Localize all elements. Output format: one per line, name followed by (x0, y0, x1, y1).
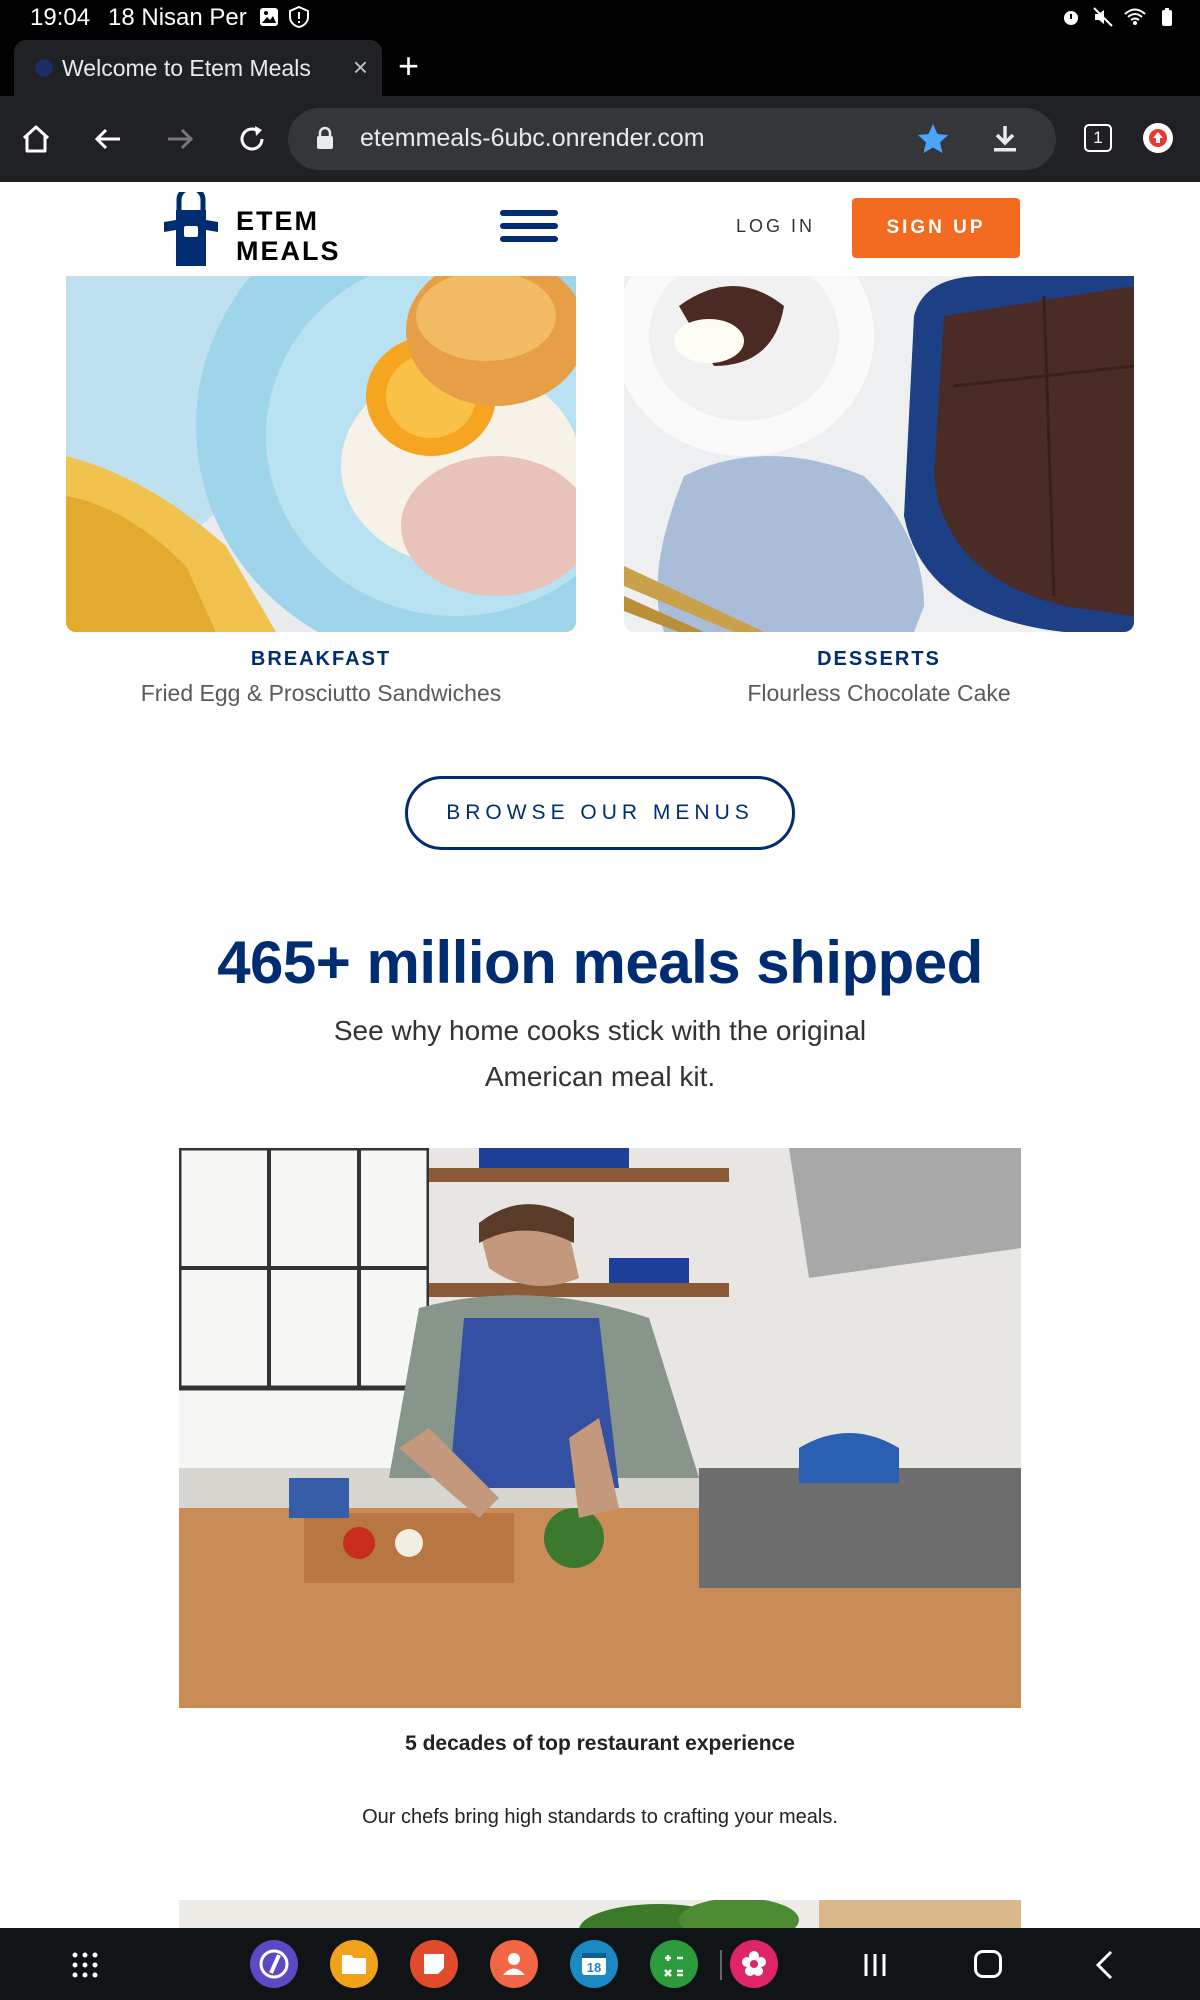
lock-icon[interactable] (316, 126, 334, 150)
next-section-image (179, 1900, 1021, 1928)
calendar-icon[interactable]: 18 (570, 1940, 618, 1988)
browser-tab[interactable]: Welcome to Etem Meals × (14, 40, 382, 96)
login-link[interactable]: LOG IN (736, 216, 815, 237)
back-icon[interactable] (90, 121, 126, 157)
feature-text: Our chefs bring high standards to crafti… (362, 1806, 838, 1828)
feature-title: 5 decades of top restaurant experience (405, 1732, 795, 1755)
chef-cooking-image (179, 1148, 1021, 1708)
close-tab-icon[interactable]: × (353, 52, 368, 82)
app-drawer-icon[interactable] (70, 1950, 100, 1980)
mute-icon (1093, 7, 1113, 27)
logo-line-1: ETEM (236, 206, 320, 236)
gallery-notification-icon (260, 8, 278, 26)
recipe-image-sandwich[interactable] (66, 276, 576, 632)
url-text[interactable]: etemmeals-6ubc.onrender.com (360, 124, 705, 153)
calendar-day: 18 (587, 1960, 601, 1975)
meals-shipped-subline: See why home cooks stick with the origin… (333, 1015, 867, 1092)
forward-icon[interactable] (162, 121, 198, 157)
logo-line-2: MEALS (236, 236, 341, 266)
profile-avatar-icon[interactable] (1143, 123, 1173, 153)
system-nav-bar: 18 (0, 1928, 1200, 2000)
recipe-category[interactable]: DESSERTS (624, 648, 1134, 671)
new-tab-button[interactable]: + (398, 48, 419, 84)
app-dock: 18 (250, 1940, 778, 1988)
tab-switcher-button[interactable]: 1 (1084, 124, 1112, 152)
recipe-category[interactable]: BREAKFAST (66, 648, 576, 671)
site-header: ETEM MEALS LOG IN SIGN UP (0, 182, 1200, 276)
signup-button[interactable]: SIGN UP (852, 198, 1020, 258)
status-bar: 19:04 18 Nisan Per (0, 0, 1200, 36)
download-icon[interactable] (988, 122, 1022, 156)
recipe-card-desserts[interactable]: DESSERTS Flourless Chocolate Cake (624, 276, 1134, 707)
recipe-image-cake[interactable] (624, 276, 1134, 632)
tab-strip: Welcome to Etem Meals × + (0, 36, 1200, 96)
back-nav-icon[interactable] (1090, 1948, 1120, 1982)
compass-icon[interactable] (250, 1940, 298, 1988)
gallery-icon[interactable] (730, 1940, 778, 1988)
recipe-card-breakfast[interactable]: BREAKFAST Fried Egg & Prosciutto Sandwic… (66, 276, 576, 707)
recipe-title[interactable]: Flourless Chocolate Cake (624, 680, 1134, 707)
alarm-icon (1064, 11, 1078, 25)
home-nav-icon[interactable] (974, 1950, 1002, 1978)
status-date: 18 Nisan Per (108, 4, 247, 31)
menu-hamburger-icon[interactable] (500, 206, 560, 246)
web-page: ETEM MEALS LOG IN SIGN UP BREAKFAST Frie… (0, 182, 1200, 1928)
shield-notification-icon (289, 6, 309, 28)
files-icon[interactable] (330, 1940, 378, 1988)
tab-title: Welcome to Etem Meals (62, 55, 311, 81)
wifi-icon (1124, 8, 1146, 25)
site-logo[interactable]: ETEM MEALS (162, 192, 352, 268)
dock-divider (720, 1950, 722, 1980)
battery-icon (1162, 8, 1172, 26)
reload-icon[interactable] (234, 121, 270, 157)
apron-logo-icon (164, 192, 218, 266)
browser-toolbar: etemmeals-6ubc.onrender.com 1 (0, 96, 1200, 182)
notes-icon[interactable] (410, 1940, 458, 1988)
home-icon[interactable] (18, 121, 54, 157)
browse-menus-button[interactable]: BROWSE OUR MENUS (405, 776, 795, 850)
status-time: 19:04 (30, 4, 91, 31)
recents-icon[interactable] (860, 1950, 890, 1980)
contacts-icon[interactable] (490, 1940, 538, 1988)
meals-shipped-headline: 465+ million meals shipped (217, 929, 983, 996)
bookmark-star-icon[interactable] (916, 122, 950, 156)
site-favicon-icon (35, 59, 53, 77)
recipe-title[interactable]: Fried Egg & Prosciutto Sandwiches (66, 680, 576, 707)
url-bar[interactable]: etemmeals-6ubc.onrender.com (288, 108, 1056, 170)
calculator-icon[interactable] (650, 1940, 698, 1988)
